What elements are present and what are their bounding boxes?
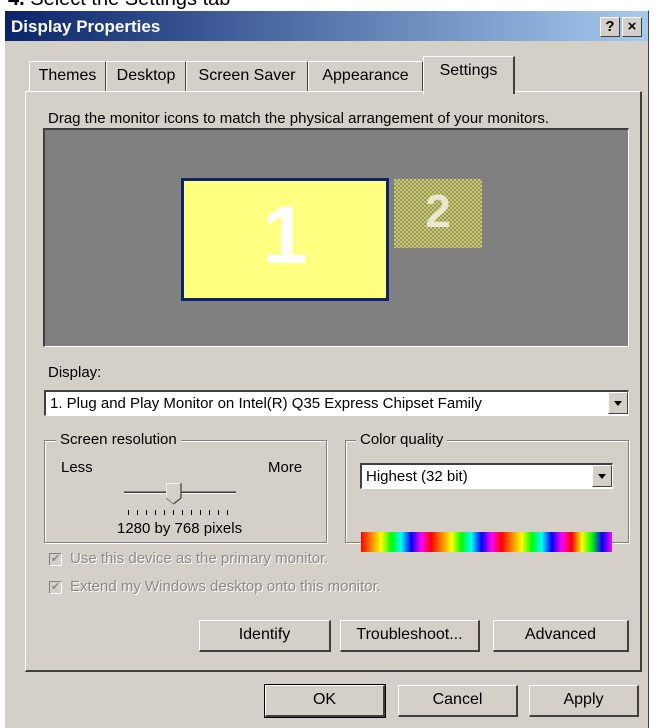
slider-tick: [209, 510, 210, 515]
slider-tick: [218, 510, 219, 515]
help-button[interactable]: ?: [600, 17, 620, 37]
slider-tick: [137, 510, 138, 515]
chevron-down-icon[interactable]: [592, 465, 612, 487]
color-quality-group: [345, 440, 629, 543]
slider-tick: [128, 510, 129, 515]
slider-tick: [146, 510, 147, 515]
advanced-button[interactable]: Advanced: [493, 620, 629, 652]
color-quality-select[interactable]: Highest (32 bit): [360, 463, 613, 489]
step-number: 4.: [8, 0, 25, 10]
tab-themes[interactable]: Themes: [29, 61, 106, 91]
troubleshoot-button[interactable]: Troubleshoot...: [340, 620, 480, 652]
step-text: Select the Settings tab: [30, 0, 230, 10]
display-select[interactable]: 1. Plug and Play Monitor on Intel(R) Q35…: [44, 390, 629, 416]
tab-screen-saver[interactable]: Screen Saver: [186, 61, 308, 91]
cancel-button[interactable]: Cancel: [398, 685, 518, 717]
color-spectrum-bar: [361, 532, 612, 552]
screen-resolution-legend: Screen resolution: [56, 431, 181, 448]
resolution-value: 1280 by 768 pixels: [117, 520, 243, 537]
close-button[interactable]: ×: [622, 17, 642, 37]
monitor-2-number: 2: [425, 185, 451, 237]
slider-tick: [155, 510, 156, 515]
monitor-1-icon[interactable]: 1: [181, 178, 389, 301]
primary-monitor-label: Use this device as the primary monitor.: [70, 550, 329, 567]
slider-tick: [200, 510, 201, 515]
monitor-2-icon[interactable]: 2: [394, 179, 482, 248]
tab-desktop[interactable]: Desktop: [106, 61, 186, 91]
resolution-more-label: More: [268, 459, 303, 476]
resolution-less-label: Less: [61, 459, 93, 476]
extend-desktop-checkbox[interactable]: ✔: [49, 581, 62, 594]
color-quality-legend: Color quality: [356, 431, 448, 448]
slider-tick: [227, 510, 228, 515]
slider-tick: [164, 510, 165, 515]
color-quality-value: Highest (32 bit): [366, 468, 468, 485]
chevron-down-icon[interactable]: [608, 392, 628, 414]
display-select-value: 1. Plug and Play Monitor on Intel(R) Q35…: [50, 395, 482, 412]
window-title: Display Properties: [11, 17, 161, 36]
monitor-arrangement-area[interactable]: 1 2: [43, 128, 629, 347]
monitor-1-number: 1: [262, 190, 308, 281]
slider-tick: [182, 510, 183, 515]
extend-desktop-label: Extend my Windows desktop onto this moni…: [70, 578, 381, 595]
slider-tick: [173, 510, 174, 515]
display-label: Display:: [48, 364, 102, 381]
identify-button[interactable]: Identify: [199, 620, 331, 652]
title-bar[interactable]: Display Properties ? ×: [5, 11, 648, 41]
tab-settings[interactable]: Settings: [423, 56, 515, 94]
apply-button[interactable]: Apply: [529, 685, 639, 717]
tab-appearance[interactable]: Appearance: [308, 61, 423, 91]
resolution-slider-thumb[interactable]: [166, 483, 182, 505]
ok-button[interactable]: OK: [264, 684, 386, 718]
instruction-text: Drag the monitor icons to match the phys…: [48, 110, 550, 127]
primary-monitor-checkbox[interactable]: ✔: [49, 553, 62, 566]
slider-tick: [191, 510, 192, 515]
